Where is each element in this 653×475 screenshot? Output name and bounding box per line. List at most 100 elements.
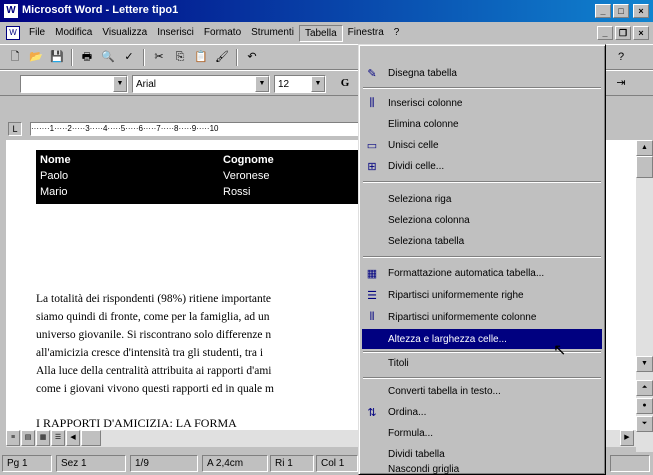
selected-table[interactable]: Nome Cognome Paolo Veronese Mario Rossi bbox=[36, 150, 366, 204]
new-doc-icon[interactable]: 🗋 bbox=[6, 49, 24, 66]
status-position: A 2,4cm bbox=[202, 455, 268, 472]
font-size-combo[interactable]: 12 ▼ bbox=[274, 75, 326, 93]
word-icon[interactable]: W bbox=[4, 4, 18, 18]
menu-item-formula[interactable]: Formula... bbox=[362, 423, 602, 443]
help-icon[interactable]: ? bbox=[612, 49, 630, 66]
menu-separator bbox=[363, 87, 601, 89]
window-controls: _ □ × bbox=[595, 4, 649, 18]
menu-item-ripartisci-righe[interactable]: ☰ Ripartisci uniformemente righe bbox=[362, 285, 602, 305]
sort-icon: ⇅ bbox=[367, 406, 377, 419]
table-header-row: Nome Cognome bbox=[40, 154, 274, 166]
table-cell[interactable]: Cognome bbox=[223, 154, 274, 166]
print-preview-icon[interactable]: 🔍 bbox=[99, 49, 117, 66]
font-combo[interactable]: Arial ▼ bbox=[132, 75, 270, 93]
chevron-down-icon[interactable]: ▼ bbox=[255, 76, 269, 92]
status-column: Col 1 bbox=[316, 455, 358, 472]
format-painter-icon[interactable]: 🖌 bbox=[213, 49, 231, 66]
doc-restore-button[interactable]: ❐ bbox=[615, 26, 631, 40]
scroll-thumb[interactable] bbox=[636, 156, 653, 178]
save-icon[interactable]: 💾 bbox=[48, 49, 66, 66]
tab-stop-icon[interactable]: L bbox=[8, 122, 22, 136]
menu-item-elimina-colonne[interactable]: Elimina colonne bbox=[362, 114, 602, 134]
mouse-cursor-icon: ↖ bbox=[553, 342, 567, 359]
style-combo[interactable]: ▼ bbox=[20, 75, 128, 93]
menu-item-formattazione-automatica[interactable]: ▦ Formattazione automatica tabella... bbox=[362, 263, 602, 283]
table-cell[interactable]: Nome bbox=[40, 154, 223, 166]
menu-item-converti-tabella[interactable]: Converti tabella in testo... bbox=[362, 381, 602, 401]
scroll-down-button[interactable]: ▼ bbox=[636, 356, 653, 372]
text-line: Alla luce della centralità attribuita ai… bbox=[36, 365, 272, 377]
table-cell[interactable]: Rossi bbox=[223, 186, 251, 198]
doc-minimize-button[interactable]: _ bbox=[597, 26, 613, 40]
section-heading[interactable]: I RAPPORTI D'AMICIZIA: LA FORMA bbox=[36, 416, 237, 431]
table-cell[interactable]: Veronese bbox=[223, 170, 269, 182]
menu-help[interactable]: ? bbox=[389, 25, 405, 42]
menu-finestra[interactable]: Finestra bbox=[343, 25, 389, 42]
indent-icon[interactable]: ⇥ bbox=[612, 75, 630, 92]
cut-icon[interactable]: ✂ bbox=[150, 49, 168, 66]
document-controls: _ ❐ × bbox=[597, 26, 649, 40]
normal-view-button[interactable]: ≡ bbox=[6, 430, 20, 446]
open-folder-icon[interactable]: 📂 bbox=[27, 49, 45, 66]
status-line: Ri 1 bbox=[270, 455, 314, 472]
previous-page-button[interactable]: ⏶ bbox=[636, 380, 653, 396]
table-cell[interactable]: Mario bbox=[40, 186, 223, 198]
web-view-button[interactable]: ▤ bbox=[21, 430, 35, 446]
undo-icon[interactable]: ↶ bbox=[243, 49, 261, 66]
menu-item-nascondi-griglia[interactable]: Nascondi griglia bbox=[362, 463, 602, 475]
outline-view-button[interactable]: ☰ bbox=[51, 430, 65, 446]
chevron-down-icon[interactable]: ▼ bbox=[113, 76, 127, 92]
layout-view-button[interactable]: ▦ bbox=[36, 430, 50, 446]
menu-file[interactable]: File bbox=[24, 25, 50, 42]
menu-item-unisci-celle[interactable]: ▭ Unisci celle bbox=[362, 135, 602, 155]
browse-object-button[interactable]: ● bbox=[636, 398, 653, 414]
body-paragraph[interactable]: La totalità dei rispondenti (98%) ritien… bbox=[36, 290, 366, 398]
distribute-columns-icon: ⫴ bbox=[369, 310, 375, 323]
hscroll-thumb[interactable] bbox=[81, 430, 101, 446]
text-line: siamo quindi di fronte, come per la fami… bbox=[36, 311, 270, 323]
document-icon[interactable]: W bbox=[6, 26, 20, 40]
menu-bar: W File Modifica Visualizza Inserisci For… bbox=[0, 22, 653, 44]
minimize-button[interactable]: _ bbox=[595, 4, 611, 18]
menu-item-dividi-celle[interactable]: ⊞ Dividi celle... bbox=[362, 156, 602, 176]
insert-columns-icon: ⫼ bbox=[369, 96, 375, 109]
toolbar-separator bbox=[143, 49, 145, 66]
ruler-scale[interactable]: ·······1·····2·····3·····4·····5·····6··… bbox=[30, 122, 360, 136]
spelling-icon[interactable]: ✓ bbox=[120, 49, 138, 66]
menu-strumenti[interactable]: Strumenti bbox=[246, 25, 299, 42]
menu-formato[interactable]: Formato bbox=[199, 25, 246, 42]
menu-item-seleziona-riga[interactable]: Seleziona riga bbox=[362, 189, 602, 209]
close-button[interactable]: × bbox=[633, 4, 649, 18]
chevron-down-icon[interactable]: ▼ bbox=[311, 76, 325, 92]
menu-modifica[interactable]: Modifica bbox=[50, 25, 97, 42]
menu-item-disegna-tabella[interactable]: ✎ Disegna tabella bbox=[362, 63, 602, 83]
doc-close-button[interactable]: × bbox=[633, 26, 649, 40]
scroll-right-button[interactable]: ▶ bbox=[620, 430, 634, 446]
split-cells-icon: ⊞ bbox=[367, 160, 377, 173]
paste-icon[interactable]: 📋 bbox=[192, 49, 210, 66]
title-bar: W Microsoft Word - Lettere tipo1 _ □ × bbox=[0, 0, 653, 22]
vertical-scrollbar[interactable]: ▲ ▼ ⏶ ● ⏷ bbox=[636, 140, 653, 452]
menu-item-inserisci-colonne[interactable]: ⫼ Inserisci colonne bbox=[362, 93, 602, 113]
menu-tabella[interactable]: Tabella bbox=[298, 25, 343, 42]
print-icon[interactable]: 🖶 bbox=[78, 49, 96, 66]
menu-item-seleziona-colonna[interactable]: Seleziona colonna bbox=[362, 210, 602, 230]
menu-item-seleziona-tabella[interactable]: Seleziona tabella bbox=[362, 231, 602, 251]
menu-separator bbox=[363, 256, 601, 258]
menu-item-ordina[interactable]: ⇅ Ordina... bbox=[362, 402, 602, 422]
menu-visualizza[interactable]: Visualizza bbox=[97, 25, 152, 42]
menu-item-ripartisci-colonne[interactable]: ⫴ Ripartisci uniformemente colonne bbox=[362, 307, 602, 327]
font-size-value: 12 bbox=[278, 78, 290, 90]
autoformat-table-icon: ▦ bbox=[366, 267, 378, 280]
maximize-button[interactable]: □ bbox=[613, 4, 629, 18]
scroll-up-button[interactable]: ▲ bbox=[636, 140, 653, 156]
menu-inserisci[interactable]: Inserisci bbox=[152, 25, 199, 42]
tabella-menu: ✎ Disegna tabella ⫼ Inserisci colonne El… bbox=[358, 44, 606, 475]
menu-item-dividi-tabella[interactable]: Dividi tabella bbox=[362, 444, 602, 464]
next-page-button[interactable]: ⏷ bbox=[636, 416, 653, 432]
scroll-left-button[interactable]: ◀ bbox=[66, 430, 80, 446]
copy-icon[interactable]: ⎘ bbox=[171, 49, 189, 66]
table-cell[interactable]: Paolo bbox=[40, 170, 223, 182]
table-row: Paolo Veronese bbox=[40, 170, 269, 182]
bold-button[interactable]: G bbox=[336, 75, 354, 92]
